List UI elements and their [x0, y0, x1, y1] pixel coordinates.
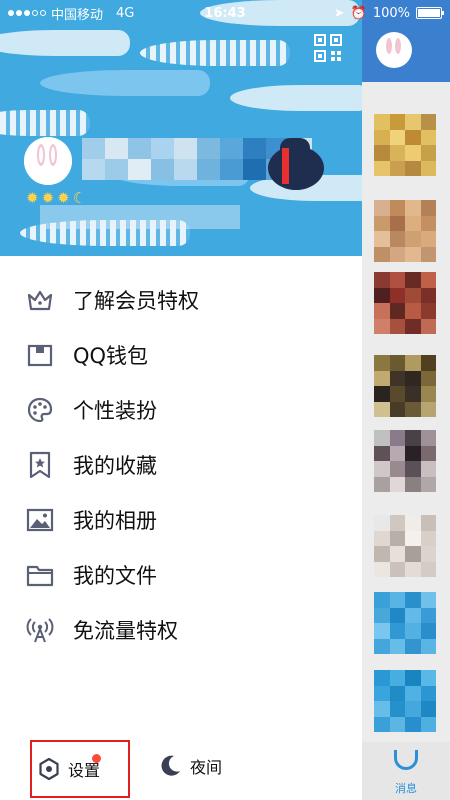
- menu-item-theme[interactable]: 个性装扮: [0, 382, 362, 437]
- conversation-avatar-blurred: [374, 114, 436, 176]
- tab-messages-label: 消息: [395, 782, 417, 795]
- bookmark-star-icon: [25, 450, 55, 480]
- message-tab-icon: [394, 750, 418, 770]
- settings-button[interactable]: 设置: [30, 740, 130, 798]
- menu-item-album[interactable]: 我的相册: [0, 492, 362, 547]
- avatar[interactable]: [24, 137, 72, 185]
- folder-icon: [25, 560, 55, 590]
- profile-header: ✹ ✹ ✹ ☾: [0, 0, 362, 256]
- palette-icon: [25, 395, 55, 425]
- hat-decoration-icon: [268, 138, 324, 190]
- drawer-bottom-bar: 设置 夜间: [0, 738, 362, 800]
- menu-item-label: 了解会员特权: [73, 288, 199, 313]
- notification-dot: [92, 754, 101, 763]
- conversation-list-peek[interactable]: 消息: [362, 0, 450, 800]
- settings-hexagon-icon: [39, 757, 59, 781]
- antenna-icon: [25, 615, 55, 645]
- status-bar: 中国移动 4G 16:43 ➤ ⏰ 100%: [0, 0, 450, 26]
- battery-percent: 100%: [372, 5, 410, 21]
- sun-level-icon: ✹: [26, 189, 39, 207]
- signature-blurred: [40, 205, 240, 229]
- fish-decoration: [230, 85, 362, 111]
- conversation-avatar-blurred: [374, 200, 436, 262]
- wallet-icon: [25, 340, 55, 370]
- menu-item-free-data[interactable]: 免流量特权: [0, 602, 362, 657]
- carrier-name: 中国移动: [51, 7, 104, 23]
- battery-icon: [416, 7, 444, 19]
- fish-decoration: [0, 110, 90, 136]
- location-icon: ➤: [333, 5, 345, 21]
- avatar: [376, 32, 412, 68]
- conversation-avatar-blurred: [374, 670, 436, 732]
- menu-item-wallet[interactable]: QQ钱包: [0, 327, 362, 382]
- menu-item-label: 我的相册: [73, 508, 157, 533]
- photo-icon: [25, 505, 55, 535]
- menu-item-label: QQ钱包: [73, 343, 149, 368]
- network-type: 4G: [116, 5, 135, 21]
- night-mode-button[interactable]: 夜间: [158, 754, 222, 778]
- conversation-avatar-blurred: [374, 430, 436, 492]
- alarm-icon: ⏰: [350, 5, 367, 21]
- fish-decoration: [40, 70, 210, 96]
- conversation-avatar-blurred: [374, 592, 436, 654]
- qr-code-icon[interactable]: [314, 34, 342, 62]
- menu-item-vip[interactable]: 了解会员特权: [0, 272, 362, 327]
- clock: 16:43: [204, 5, 246, 21]
- fish-decoration: [0, 30, 130, 56]
- crown-icon: [25, 285, 55, 315]
- menu-item-favorites[interactable]: 我的收藏: [0, 437, 362, 492]
- bunny-avatar-icon: [24, 137, 72, 185]
- menu-item-label: 我的收藏: [73, 453, 157, 478]
- tab-messages[interactable]: 消息: [362, 742, 450, 800]
- menu-item-label: 免流量特权: [73, 618, 178, 643]
- night-label: 夜间: [190, 758, 223, 777]
- moon-icon: [161, 755, 180, 776]
- fish-decoration: [140, 40, 290, 66]
- menu-item-files[interactable]: 我的文件: [0, 547, 362, 602]
- conversation-avatar-blurred: [374, 515, 436, 577]
- menu-item-label: 个性装扮: [73, 398, 157, 423]
- menu-item-label: 我的文件: [73, 563, 157, 588]
- conversation-avatar-blurred: [374, 272, 436, 334]
- signal-strength-icon: [8, 10, 46, 16]
- drawer-menu: 了解会员特权 QQ钱包 个性装扮 我的收藏 我的相册 我的文件 免流量特权: [0, 272, 362, 657]
- conversation-avatar-blurred: [374, 355, 436, 417]
